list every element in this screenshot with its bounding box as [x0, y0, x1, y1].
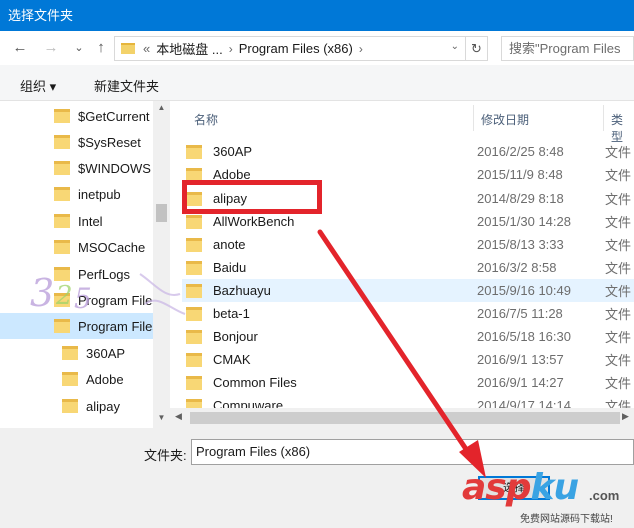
watermark-asp-ku: aspku — [462, 467, 579, 508]
watermark-subtitle: 免费网站源码下载站! — [520, 514, 613, 525]
svg-text:5: 5 — [74, 282, 92, 315]
svg-text:3: 3 — [30, 271, 54, 315]
svg-text:2: 2 — [55, 281, 73, 311]
watermark-logo: 3 2 5 — [30, 271, 186, 315]
watermark-com: .com — [589, 488, 620, 503]
